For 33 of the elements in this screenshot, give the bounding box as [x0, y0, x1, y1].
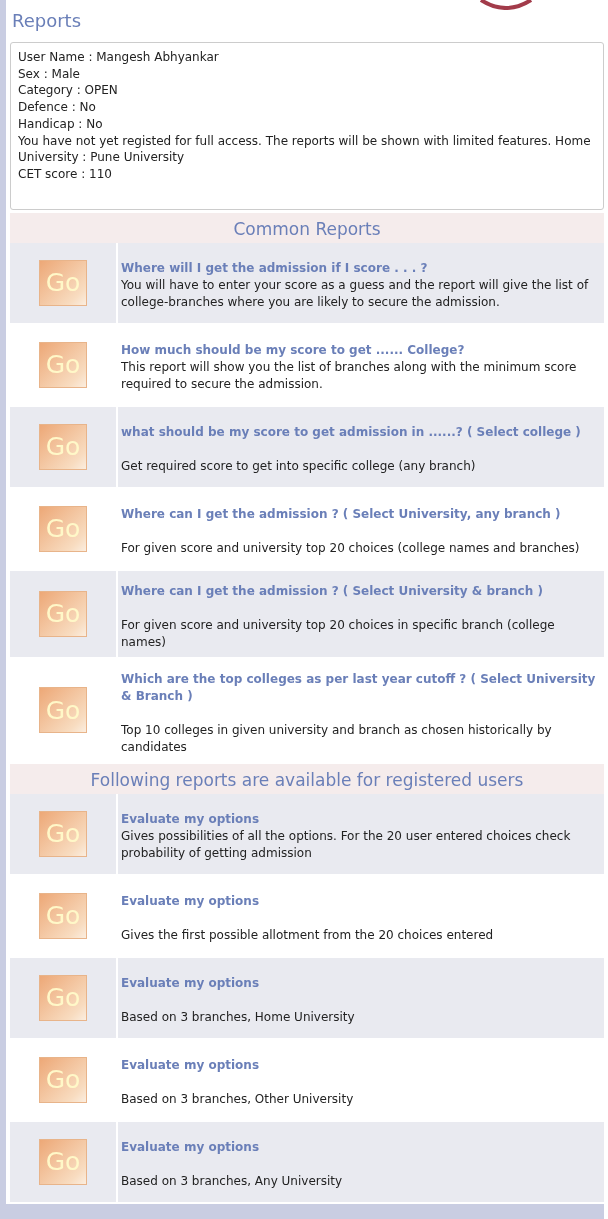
report-link[interactable]: Where can I get the admission ? ( Select University, any branch ) — [121, 506, 600, 524]
report-description: Based on 3 branches, Other University — [121, 1091, 355, 1109]
report-description: For given score and university top 20 choices in specific branch (college names) — [121, 616, 556, 651]
report-description: Gives the first possible allotment from the 20 choices entered — [121, 927, 495, 945]
report-link[interactable]: Evaluate my options — [121, 811, 600, 829]
profile-line: Sex : Male — [18, 65, 81, 83]
section-heading: Common Reports — [10, 212, 604, 243]
profile-line: Handicap : No — [18, 115, 104, 133]
report-link[interactable]: Where can I get the admission ? ( Select University & branch ) — [121, 582, 600, 600]
report-link[interactable]: what should be my score to get admission in ......? ( Select college ) — [121, 424, 600, 442]
profile-line: CET score : 110 — [18, 165, 113, 183]
report-description: You will have to enter your score as a guess and the report will give the list of college-branches where you are likely to secure the admission. — [121, 277, 590, 312]
report-description: Based on 3 branches, Any University — [121, 1173, 344, 1191]
report-description: Based on 3 branches, Home University — [121, 1009, 356, 1027]
report-description: For given score and university top 20 choices (college names and branches) — [121, 540, 581, 558]
report-link[interactable]: Evaluate my options — [121, 1139, 600, 1157]
profile-line: You have not yet registed for full access. The reports will be shown with limited features. Home University : Pune University — [18, 132, 592, 166]
report-description: This report will show you the list of branches along with the minimum score required to secure the admission. — [121, 359, 578, 394]
profile-line: Defence : No — [18, 99, 97, 116]
report-link[interactable]: How much should be my score to get ...... College? — [121, 342, 600, 360]
report-description: Get required score to get into specific college (any branch) — [121, 458, 477, 476]
report-link[interactable]: Evaluate my options — [121, 893, 600, 911]
section-heading: Following reports are available for registered users — [10, 763, 604, 794]
profile-line: Category : OPEN — [18, 82, 119, 100]
page-title: Reports — [12, 10, 82, 31]
report-link[interactable]: Which are the top colleges as per last year cutoff ? ( Select University & Branch ) — [121, 670, 600, 705]
report-link[interactable]: Evaluate my options — [121, 1057, 600, 1075]
report-description: Gives possibilities of all the options. For the 20 user entered choices check probability of getting admission — [121, 828, 572, 863]
report-description: Top 10 colleges in given university and branch as chosen historically by candidates — [121, 721, 553, 756]
profile-line: User Name : Mangesh Abhyankar — [18, 49, 220, 66]
report-link[interactable]: Where will I get the admission if I score . . . ? — [121, 260, 600, 278]
report-link[interactable]: Evaluate my options — [121, 975, 600, 993]
logo-arc-icon — [478, 0, 534, 10]
